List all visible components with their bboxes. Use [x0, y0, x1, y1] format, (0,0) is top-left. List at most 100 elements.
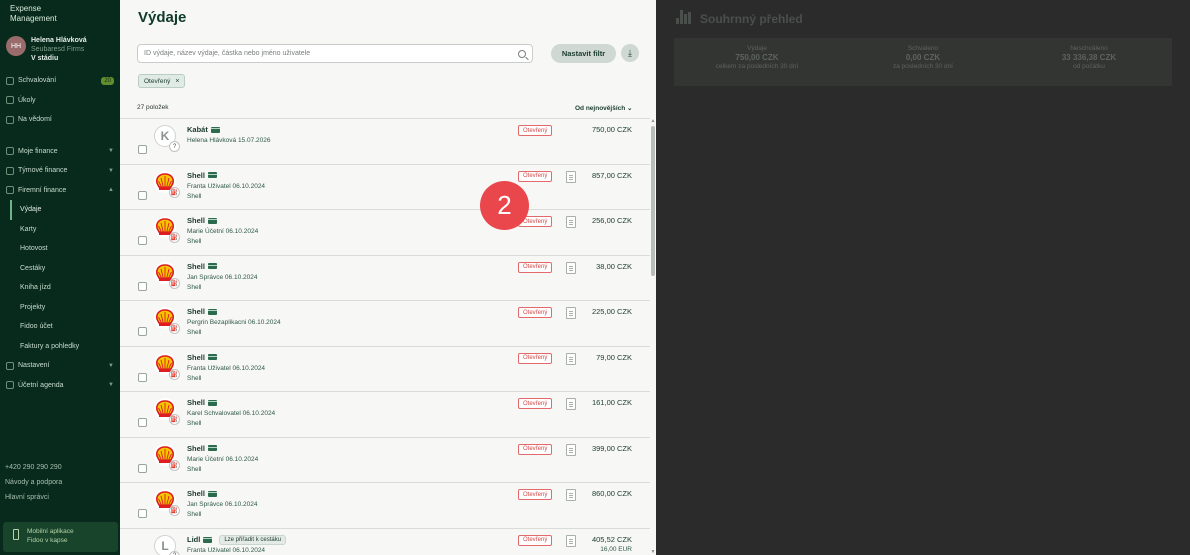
- filter-chip-open[interactable]: Otevřený ×: [138, 74, 186, 88]
- wallet-icon: [6, 147, 14, 156]
- user-company: Seubaresd Firms: [31, 46, 85, 53]
- expense-user-date: Pergrin Bezaplikacni 06.10.2024: [187, 319, 281, 326]
- row-checkbox[interactable]: [138, 372, 147, 382]
- table-row[interactable]: ⛽ Shell Jan Správce 06.10.2024 Shell Otevřen…: [120, 254, 650, 301]
- stat-unapproved: Neschváleno 33 336,38 CZK od počátku: [1061, 45, 1117, 70]
- fuel-icon: ⛽: [169, 277, 180, 289]
- sidebar-item-label: Firemní finance: [18, 186, 67, 194]
- user-profile[interactable]: HH Helena Hlávková Seubaresd Firms V stá…: [0, 28, 120, 71]
- receipt-icon[interactable]: [566, 170, 576, 183]
- scrollbar-thumb[interactable]: [651, 126, 655, 276]
- fuel-icon: ⛽: [169, 368, 180, 380]
- table-row[interactable]: ⛽ Shell Franta Uživatel 06.10.2024 Shell Ote…: [120, 345, 650, 392]
- receipt-icon[interactable]: [566, 261, 576, 274]
- item-count: 27 položek: [137, 104, 169, 111]
- sidebar-item-label: Na vědomí: [18, 116, 52, 124]
- sidebar-subitem-expenses[interactable]: Výdaje: [10, 200, 120, 220]
- sidebar-subitem-trips[interactable]: Cestáky: [0, 259, 120, 279]
- expense-user-date: Helena Hlávková 15.07.2026: [187, 137, 271, 144]
- search-input[interactable]: ID výdaje, název výdaje, částka nebo jmé…: [137, 44, 533, 63]
- status-badge: Otevřený: [518, 170, 553, 182]
- card-icon: [207, 217, 217, 224]
- table-row[interactable]: ⛽ Shell Marie Účetní 06.10.2024 Shell Otevře…: [120, 209, 650, 255]
- assign-trip-tag[interactable]: Lze přiřadit k cestáku: [219, 534, 287, 545]
- user-status: V stádiu: [31, 55, 59, 62]
- row-checkbox[interactable]: [138, 281, 147, 291]
- merchant-name: Shell: [187, 216, 217, 225]
- merchant-name: Shell: [187, 353, 217, 362]
- card-icon: [207, 263, 217, 269]
- download-icon[interactable]: ⤓: [621, 44, 639, 62]
- status-badge: Otevřený: [518, 534, 553, 546]
- row-checkbox[interactable]: [138, 327, 147, 336]
- sidebar-subitem-account[interactable]: Fidoo účet: [0, 317, 120, 337]
- question-icon: ?: [169, 550, 180, 555]
- card-icon: [203, 536, 213, 543]
- sidebar-item-notices[interactable]: Na vědomí: [0, 110, 120, 130]
- brand-line-2: Management: [10, 14, 57, 23]
- merchant-name: Shell: [187, 398, 217, 407]
- sidebar-item-label: Týmové finance: [18, 167, 68, 175]
- receipt-icon[interactable]: [566, 534, 576, 547]
- fuel-icon: ⛽: [169, 459, 180, 471]
- expense-amount: 860,00 CZK: [591, 489, 632, 498]
- close-icon[interactable]: ×: [175, 78, 179, 85]
- sidebar-item-label: Schvalování: [18, 77, 57, 85]
- card-icon: [207, 354, 217, 360]
- search-placeholder: ID výdaje, název výdaje, částka nebo jmé…: [144, 50, 311, 57]
- brand-logo[interactable]: Expense Management: [0, 0, 120, 28]
- row-checkbox[interactable]: [138, 145, 147, 154]
- receipt-icon[interactable]: [566, 489, 576, 501]
- table-row[interactable]: ⛽ Shell Franta Uživatel 06.10.2024 Shell Ote…: [120, 163, 650, 210]
- expense-amount: 405,52 CZK: [591, 534, 632, 544]
- card-icon: [207, 445, 217, 451]
- receipt-icon[interactable]: [566, 307, 576, 319]
- set-filter-button[interactable]: Nastavit filtr: [551, 44, 616, 63]
- expense-list: K? Kabát Helena Hlávková 15.07.2026 Otevřen…: [120, 118, 650, 555]
- sidebar-subitem-projects[interactable]: Projekty: [0, 298, 120, 318]
- admins-link[interactable]: Hlavní správci: [0, 490, 120, 505]
- row-checkbox[interactable]: [138, 418, 147, 427]
- table-row[interactable]: ⛽ Shell Pergrin Bezaplikacni 06.10.2024 She…: [120, 300, 650, 346]
- sidebar-item-settings[interactable]: Nastavení ▼: [0, 356, 120, 376]
- receipt-icon[interactable]: [566, 216, 576, 228]
- table-row[interactable]: L?LidlLze přiřadit k cestákuFranta Uživa…: [120, 527, 650, 555]
- status-badge: Otevřený: [518, 398, 553, 409]
- sidebar-subitem-cash[interactable]: Hotovost: [0, 239, 120, 259]
- sidebar-item-tasks[interactable]: Úkoly: [0, 91, 120, 111]
- table-row[interactable]: ⛽ Shell Jan Správce 06.10.2024 Shell Otevřen…: [120, 482, 650, 528]
- row-checkbox[interactable]: [138, 190, 147, 200]
- table-row[interactable]: ⛽ Shell Karel Schvalovatel 06.10.2024 Shell…: [120, 391, 650, 437]
- support-phone[interactable]: +420 290 290 290: [0, 460, 120, 475]
- sidebar-item-accounting[interactable]: Účetní agenda ▼: [0, 376, 120, 396]
- mobile-app-promo[interactable]: Mobilní aplikace Fidoo v kapse: [3, 522, 118, 552]
- expense-user-date: Marie Účetní 06.10.2024: [187, 228, 259, 235]
- brand-line-1: Expense: [10, 4, 42, 13]
- receipt-icon[interactable]: [566, 398, 576, 410]
- status-badge: Otevřený: [518, 352, 553, 364]
- receipt-icon[interactable]: [566, 352, 576, 365]
- expense-user-date: Jan Správce 06.10.2024: [187, 273, 258, 281]
- expense-amount: 79,00 CZK: [596, 352, 632, 362]
- receipt-icon[interactable]: [566, 443, 576, 456]
- expense-amount: 225,00 CZK: [591, 307, 632, 316]
- table-row[interactable]: K? Kabát Helena Hlávková 15.07.2026 Otevřen…: [120, 118, 650, 164]
- sidebar-subitem-logbook[interactable]: Kniha jízd: [0, 278, 120, 298]
- question-icon: ?: [169, 141, 180, 152]
- sidebar-subitem-cards[interactable]: Karty: [0, 220, 120, 240]
- row-checkbox[interactable]: [138, 509, 147, 518]
- table-row[interactable]: ⛽ Shell Marie Účetní 06.10.2024 Shell Otevře…: [120, 436, 650, 483]
- sidebar-item-my-finance[interactable]: Moje finance ▼: [0, 142, 120, 162]
- help-link[interactable]: Návody a podpora: [0, 475, 120, 490]
- sidebar-subitem-invoices[interactable]: Faktury a pohledky: [0, 337, 120, 357]
- sort-dropdown[interactable]: Od nejnovějších ⌄: [575, 104, 632, 112]
- row-checkbox[interactable]: [138, 236, 147, 245]
- merchant-name: Shell: [187, 262, 217, 271]
- search-icon[interactable]: [518, 49, 526, 58]
- sidebar-item-team-finance[interactable]: Týmové finance ▼: [0, 161, 120, 181]
- sidebar-item-company-finance[interactable]: Firemní finance ▲: [0, 181, 120, 201]
- row-checkbox[interactable]: [138, 463, 147, 473]
- sidebar-item-approvals[interactable]: Schvalování 20: [0, 71, 120, 91]
- chevron-down-icon: ▼: [108, 167, 114, 174]
- notice-icon: [6, 115, 14, 124]
